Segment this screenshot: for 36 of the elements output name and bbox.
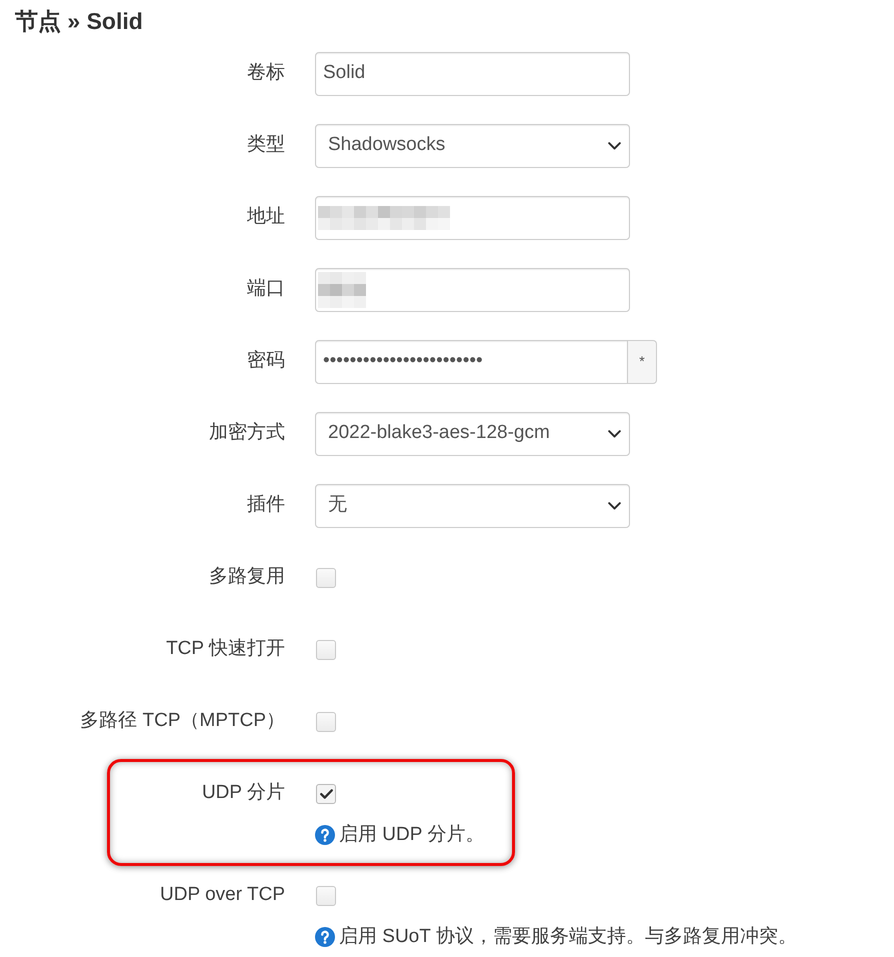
field-label: 密码 [247, 349, 285, 374]
page-title: 节点 » Solid [15, 7, 143, 35]
password-input[interactable]: •••••••••••••••••••••••• [315, 340, 628, 384]
text-input[interactable]: Solid [315, 52, 630, 96]
help-text: 启用 UDP 分片。 [339, 824, 484, 846]
checkbox[interactable] [316, 784, 336, 804]
field-label: TCP 快速打开 [166, 637, 285, 662]
field-label: 端口 [247, 277, 285, 302]
field-label: UDP over TCP [160, 883, 285, 908]
help-text: 启用 SUoT 协议，需要服务端支持。与多路复用冲突。 [339, 926, 797, 948]
checkbox[interactable] [316, 640, 336, 660]
checkbox[interactable] [316, 712, 336, 732]
checkbox[interactable] [316, 886, 336, 906]
chevron-down-icon [608, 502, 621, 510]
field-label: 类型 [247, 133, 285, 158]
field-label: 加密方式 [209, 421, 285, 446]
chevron-down-icon [608, 430, 621, 438]
text-input[interactable] [315, 196, 630, 240]
pixelated-blur-icon [318, 206, 450, 230]
help-icon [315, 824, 335, 844]
pixelated-blur-icon [318, 272, 366, 308]
field-label: 多路径 TCP（MPTCP） [80, 709, 285, 734]
dropdown-select[interactable]: 2022-blake3-aes-128-gcm [315, 412, 630, 456]
dropdown-select[interactable]: Shadowsocks [315, 124, 630, 168]
field-label: 地址 [247, 205, 285, 230]
dropdown-select[interactable]: 无 [315, 484, 630, 528]
field-label: UDP 分片 [202, 781, 285, 806]
field-label: 卷标 [247, 61, 285, 86]
chevron-down-icon [608, 142, 621, 150]
checkbox[interactable] [316, 568, 336, 588]
field-label: 插件 [247, 493, 285, 518]
help-icon [315, 926, 335, 946]
field-label: 多路复用 [209, 565, 285, 590]
text-input[interactable] [315, 268, 630, 312]
reveal-password-button[interactable]: * [628, 340, 657, 384]
checkmark-icon [320, 788, 332, 798]
